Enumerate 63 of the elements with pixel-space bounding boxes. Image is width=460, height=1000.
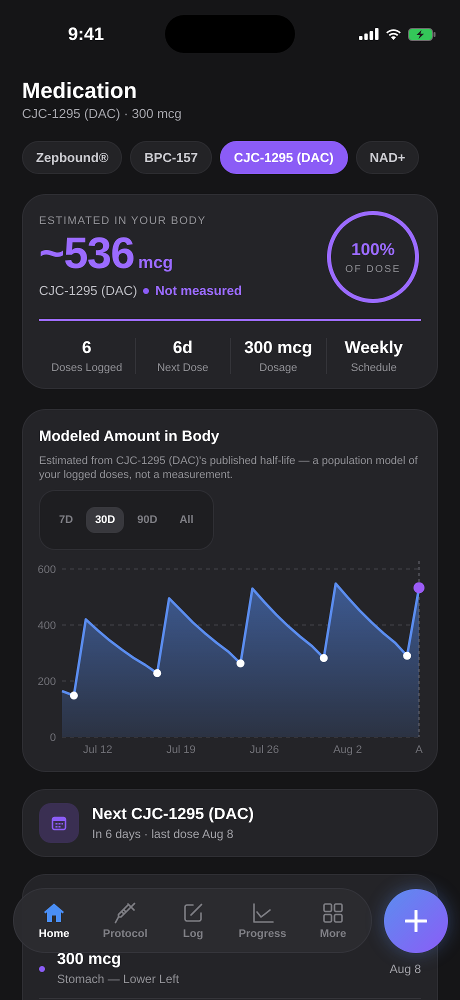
stat-value: 6d <box>172 338 193 358</box>
chart-icon <box>250 901 274 925</box>
dose-caption: OF DOSE <box>345 264 401 274</box>
entry-date: Aug 8 <box>390 962 421 976</box>
range-tab[interactable]: 7D <box>50 507 82 533</box>
y-axis-label: 600 <box>38 564 56 576</box>
chart-title: Modeled Amount in Body <box>39 428 220 445</box>
status-time: 9:41 <box>68 24 104 44</box>
tab-bar-item[interactable]: Home <box>38 901 70 940</box>
tab-bar-item[interactable]: Protocol <box>102 901 148 940</box>
medication-chip[interactable]: CJC-1295 (DAC) <box>220 141 348 174</box>
amount-unit: mcg <box>138 253 174 273</box>
stat-value: Weekly <box>344 338 403 358</box>
y-axis-label: 200 <box>38 676 56 688</box>
current-point <box>414 582 424 594</box>
x-axis-label: Jul 12 <box>83 744 112 756</box>
dose-percent: 100% <box>351 240 395 260</box>
x-axis-label: A <box>415 744 423 756</box>
signal-icon <box>359 28 379 40</box>
injection-site: Stomach — Lower Left <box>57 972 180 986</box>
estimated-amount: ~536 <box>39 229 134 279</box>
stat-value: 300 mcg <box>244 338 312 358</box>
home-icon <box>42 901 66 925</box>
x-axis-label: Jul 26 <box>250 744 279 756</box>
battery-icon <box>408 28 436 40</box>
entry-amount: 300 mcg <box>57 951 122 969</box>
x-axis-label: Aug 2 <box>333 744 362 756</box>
tab-bar-item[interactable]: More <box>320 901 346 940</box>
medication-name: CJC-1295 (DAC) <box>39 283 138 298</box>
range-tab[interactable]: All <box>170 507 202 533</box>
page-title: Medication <box>22 78 138 104</box>
dose-point <box>70 692 78 700</box>
page-subtitle: CJC-1295 (DAC) · 300 mcg <box>22 106 183 121</box>
medication-chip[interactable]: Zepbound® <box>22 141 122 174</box>
range-tab[interactable]: 30D <box>86 507 124 533</box>
tab-bar-item[interactable]: Log <box>181 901 206 940</box>
calendar-icon <box>39 803 79 843</box>
dose-point <box>403 652 412 660</box>
syringe-icon <box>113 901 138 925</box>
measurement-status: Not measured <box>155 283 242 298</box>
range-tab[interactable]: 90D <box>128 507 166 533</box>
stat-label: Next Dose <box>157 362 208 374</box>
status-dot-icon <box>143 288 150 294</box>
dose-point <box>320 654 328 662</box>
dose-point <box>236 659 244 668</box>
dose-point <box>153 669 162 678</box>
y-axis-label: 400 <box>38 620 56 632</box>
grid-icon <box>321 901 346 925</box>
medication-chip[interactable]: NAD+ <box>356 141 420 174</box>
estimate-caption: ESTIMATED IN YOUR BODY <box>39 215 208 227</box>
stat-label: Doses Logged <box>51 362 122 374</box>
chart-description: Estimated from CJC-1295 (DAC)'s published half-life — a population model of your logged doses, not a measurement. <box>39 454 419 482</box>
medication-chip[interactable]: BPC-157 <box>130 141 212 174</box>
y-axis-label: 0 <box>50 732 56 744</box>
plus-icon <box>405 910 427 932</box>
next-dose-title: Next CJC-1295 (DAC) <box>92 806 254 824</box>
wifi-icon <box>385 28 402 40</box>
x-axis-label: Jul 19 <box>166 744 196 756</box>
next-dose-detail: In 6 days · last dose Aug 8 <box>92 826 234 840</box>
stat-label: Dosage <box>259 362 298 374</box>
tab-bar-item[interactable]: Progress <box>238 901 286 940</box>
stat-label: Schedule <box>350 362 397 374</box>
stat-value: 6 <box>82 338 92 358</box>
